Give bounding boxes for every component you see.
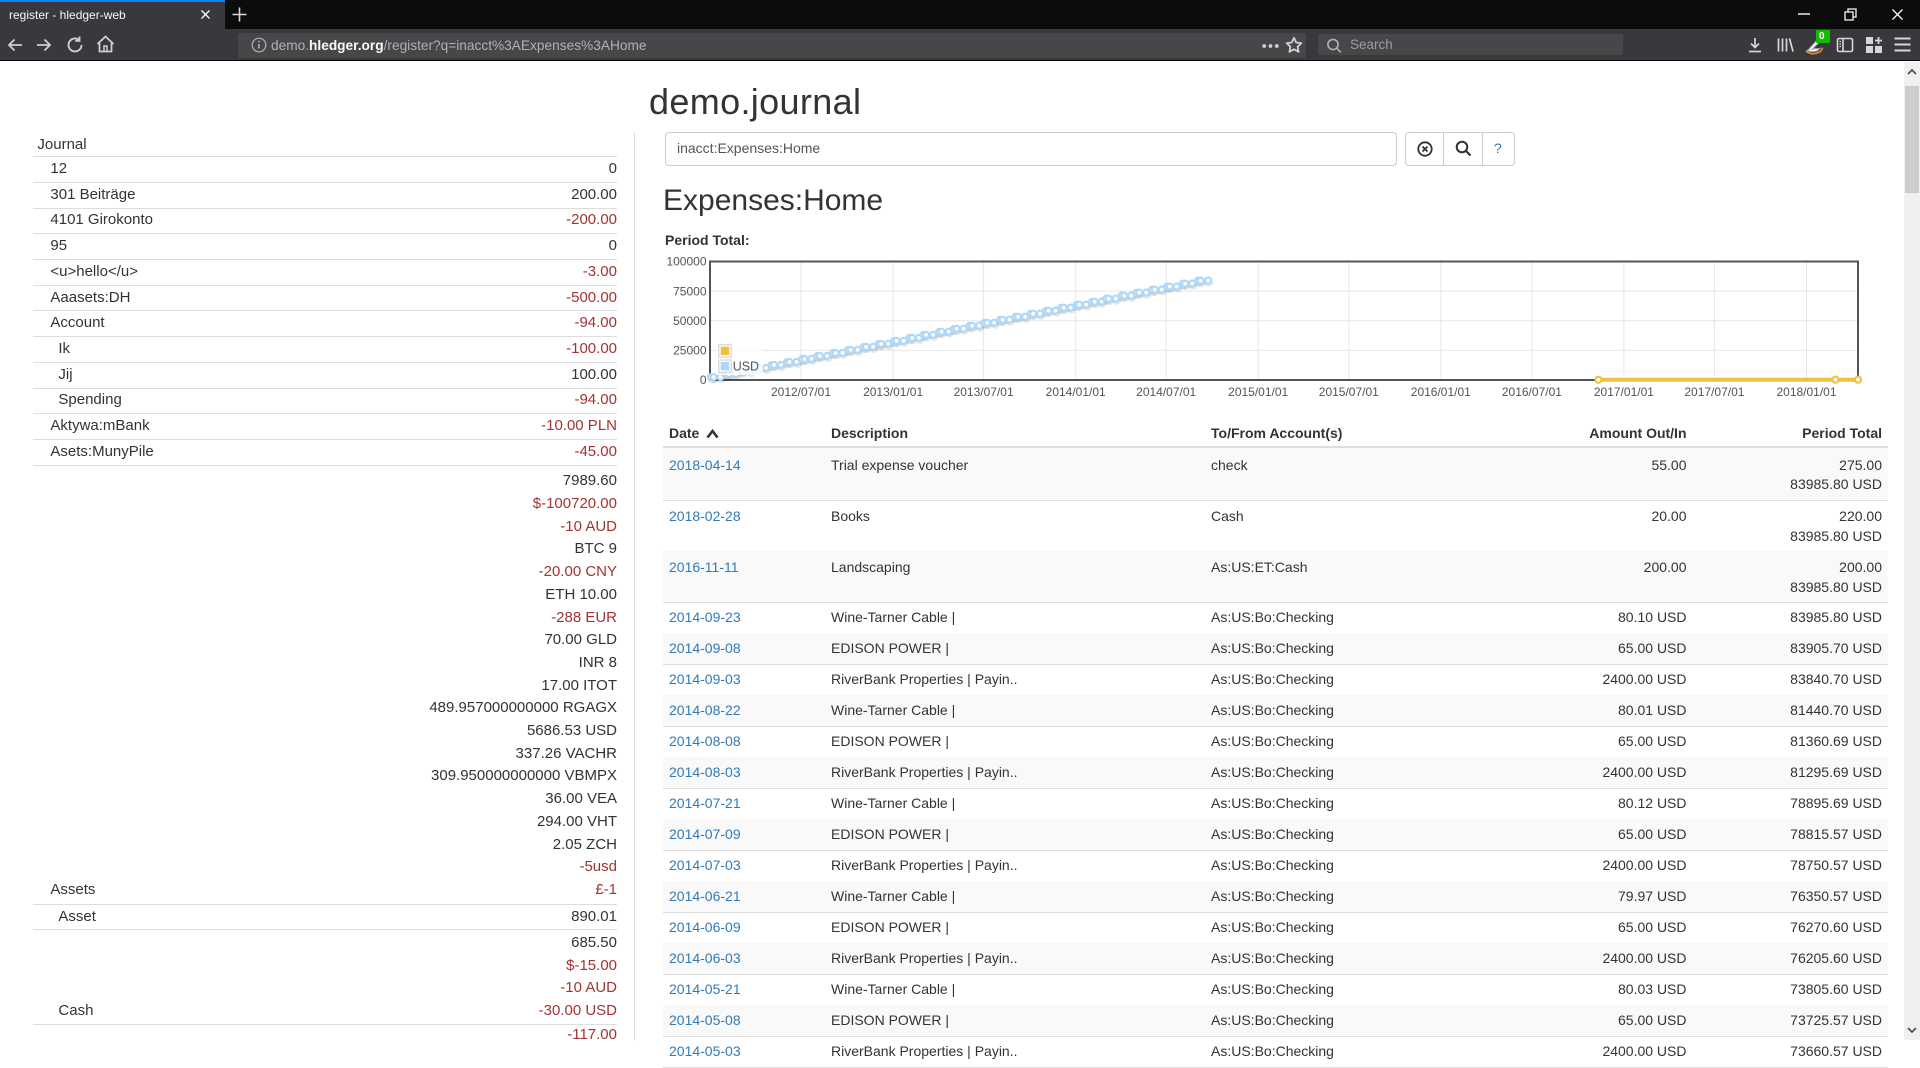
svg-text:50000: 50000 <box>673 314 707 328</box>
svg-text:2013/01/01: 2013/01/01 <box>863 385 923 399</box>
svg-text:25000: 25000 <box>673 344 707 358</box>
svg-text:2015/01/01: 2015/01/01 <box>1228 385 1288 399</box>
svg-text:2014/01/01: 2014/01/01 <box>1046 385 1106 399</box>
svg-text:2012/07/01: 2012/07/01 <box>771 385 831 399</box>
svg-text:0: 0 <box>700 373 707 387</box>
svg-text:2015/07/01: 2015/07/01 <box>1319 385 1379 399</box>
svg-text:75000: 75000 <box>673 284 707 298</box>
svg-text:2018/01/01: 2018/01/01 <box>1776 385 1836 399</box>
svg-text:2017/01/01: 2017/01/01 <box>1594 385 1654 399</box>
svg-text:USD: USD <box>733 360 759 374</box>
svg-text:100000: 100000 <box>666 255 706 269</box>
svg-text:2016/07/01: 2016/07/01 <box>1502 385 1562 399</box>
svg-text:2016/01/01: 2016/01/01 <box>1411 385 1471 399</box>
svg-text:2017/07/01: 2017/07/01 <box>1684 385 1744 399</box>
svg-text:2013/07/01: 2013/07/01 <box>954 385 1014 399</box>
svg-text:2014/07/01: 2014/07/01 <box>1136 385 1196 399</box>
